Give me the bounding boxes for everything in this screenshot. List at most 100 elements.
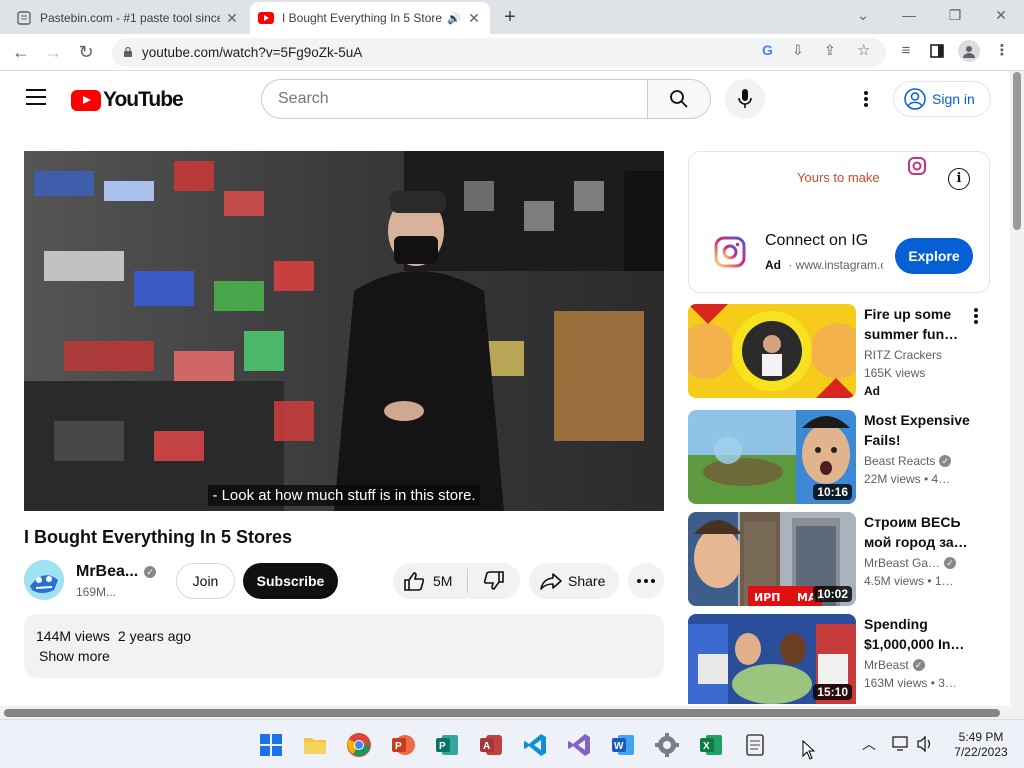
- tab-title: I Bought Everything In 5 Stores - YouTub…: [282, 11, 442, 25]
- voice-search-button[interactable]: [725, 79, 765, 119]
- sidebar-ad-card[interactable]: Yours to make i Connect on IG Ad · www.i…: [688, 151, 990, 293]
- back-icon[interactable]: ←: [9, 40, 33, 64]
- tab-title: Pastebin.com - #1 paste tool since 2002!: [40, 11, 220, 25]
- media-controls-icon[interactable]: ≡: [895, 40, 917, 62]
- svg-text:W: W: [614, 741, 624, 752]
- volume-icon[interactable]: [916, 735, 934, 757]
- more-options-icon[interactable]: [970, 306, 982, 326]
- audio-playing-icon[interactable]: 🔊: [446, 12, 462, 25]
- recommendation-views: 4.5M views • 1…: [864, 574, 954, 588]
- video-duration: 10:02: [813, 586, 852, 602]
- install-icon[interactable]: ⇩: [792, 42, 804, 59]
- verified-icon: ✓: [912, 659, 925, 671]
- channel-text: Beast Reacts: [864, 454, 936, 468]
- share-page-icon[interactable]: ⇪: [824, 42, 836, 59]
- ad-badge: Ad: [765, 258, 781, 272]
- show-more-link[interactable]: Show more: [39, 648, 110, 664]
- recommendation-item[interactable]: Fire up some summer fun… RITZ Crackers 1…: [688, 304, 990, 398]
- restore-button[interactable]: ❐: [940, 4, 970, 26]
- description-box[interactable]: 144M views 2 years ago Show more: [24, 614, 664, 678]
- thumbs-up-icon: [404, 572, 425, 591]
- recommendation-channel: MrBeast ✓: [864, 658, 925, 672]
- youtube-logo[interactable]: YouTube: [71, 88, 184, 112]
- tab-youtube[interactable]: I Bought Everything In 5 Stores - YouTub…: [250, 2, 490, 34]
- search-button[interactable]: [647, 79, 711, 119]
- ad-badge: Ad: [864, 384, 880, 398]
- powerpoint-icon[interactable]: P: [390, 732, 416, 758]
- visual-studio-icon[interactable]: [566, 732, 592, 758]
- channel-text: RITZ Crackers: [864, 348, 942, 362]
- recommendation-item[interactable]: ИРП МАК 10:02 Строим ВЕСЬ мой город за… M…: [688, 512, 990, 606]
- channel-avatar[interactable]: [24, 560, 64, 600]
- settings-more-icon[interactable]: [856, 87, 876, 111]
- url-text: youtube.com/watch?v=5Fg9oZk-5uA: [142, 45, 363, 60]
- join-button[interactable]: Join: [176, 563, 235, 599]
- hamburger-menu-icon[interactable]: [26, 89, 46, 105]
- horizontal-scroll-thumb[interactable]: [4, 709, 1000, 717]
- share-button[interactable]: Share: [529, 563, 619, 599]
- network-icon[interactable]: [892, 736, 910, 757]
- recommendation-views: 163M views • 3…: [864, 676, 957, 690]
- file-explorer-icon[interactable]: [302, 732, 328, 758]
- word-icon[interactable]: W: [610, 732, 636, 758]
- more-actions-button[interactable]: [628, 563, 664, 599]
- excel-icon[interactable]: X: [698, 732, 724, 758]
- video-thumbnail[interactable]: 15:10: [688, 614, 856, 704]
- recommendation-channel: MrBeast Ga… ✓: [864, 556, 957, 570]
- forward-icon[interactable]: →: [41, 40, 65, 64]
- video-thumbnail[interactable]: ИРП МАК 10:02: [688, 512, 856, 606]
- verified-icon: ✓: [944, 557, 957, 569]
- notepad-icon[interactable]: [742, 732, 768, 758]
- clock-time: 5:49 PM: [958, 730, 1004, 744]
- search-input[interactable]: [278, 80, 638, 118]
- explore-button[interactable]: Explore: [895, 238, 973, 274]
- svg-text:A: A: [483, 741, 490, 752]
- publisher-icon[interactable]: P: [434, 732, 460, 758]
- search-icon: [670, 90, 688, 108]
- more-horizontal-icon: [637, 579, 655, 583]
- video-player[interactable]: - Look at how much stuff is in this stor…: [24, 151, 664, 511]
- subscribe-button[interactable]: Subscribe: [243, 563, 338, 599]
- dislike-button[interactable]: [468, 563, 520, 599]
- close-window-button[interactable]: ✕: [986, 4, 1016, 26]
- svg-text:X: X: [703, 741, 710, 752]
- ad-info-icon[interactable]: i: [948, 168, 970, 190]
- side-panel-icon[interactable]: [926, 40, 948, 62]
- address-bar[interactable]: youtube.com/watch?v=5Fg9oZk-5uA G ⇩ ⇪ ☆: [112, 38, 886, 67]
- video-title: I Bought Everything In 5 Stores: [24, 527, 293, 547]
- recommendation-views: 22M views • 4…: [864, 472, 951, 486]
- mouse-cursor-icon: [802, 739, 816, 765]
- clock-date: 7/22/2023: [954, 745, 1008, 759]
- settings-gear-icon[interactable]: [654, 732, 680, 758]
- vscode-icon[interactable]: [522, 732, 548, 758]
- like-button[interactable]: 5M: [393, 563, 467, 599]
- system-clock[interactable]: 5:49 PM 7/22/2023: [948, 730, 1014, 760]
- chrome-icon[interactable]: [346, 732, 372, 758]
- channel-name[interactable]: MrBea... ✓: [76, 563, 157, 581]
- windows-start-icon[interactable]: [258, 732, 284, 758]
- tab-search-icon[interactable]: ⌄: [848, 4, 878, 26]
- video-caption: - Look at how much stuff is in this stor…: [24, 485, 664, 506]
- video-frame: [24, 151, 664, 511]
- close-tab-icon[interactable]: ✕: [466, 10, 482, 27]
- recommendation-item[interactable]: 15:10 Spending $1,000,000 In… MrBeast ✓ 1…: [688, 614, 990, 704]
- vertical-scroll-thumb[interactable]: [1013, 72, 1021, 230]
- chrome-menu-icon[interactable]: ⋮: [991, 40, 1013, 62]
- google-lens-icon[interactable]: G: [762, 42, 773, 58]
- svg-text:P: P: [395, 741, 402, 752]
- recommendation-item[interactable]: 10:16 Most Expensive Fails! Beast Reacts…: [688, 410, 990, 504]
- reload-icon[interactable]: ↻: [74, 40, 98, 64]
- sign-in-button[interactable]: Sign in: [893, 81, 991, 117]
- video-duration: 10:16: [813, 484, 852, 500]
- bookmark-star-icon[interactable]: ☆: [857, 41, 870, 59]
- show-hidden-icons-chevron-icon[interactable]: ︿: [862, 734, 876, 754]
- access-icon[interactable]: A: [478, 732, 504, 758]
- new-tab-button[interactable]: +: [498, 6, 522, 30]
- video-thumbnail[interactable]: [688, 304, 856, 398]
- video-thumbnail[interactable]: 10:16: [688, 410, 856, 504]
- close-tab-icon[interactable]: ✕: [224, 10, 240, 27]
- minimize-button[interactable]: —: [894, 4, 924, 26]
- profile-icon[interactable]: [958, 40, 980, 62]
- account-circle-icon: [904, 88, 926, 110]
- tab-pastebin[interactable]: Pastebin.com - #1 paste tool since 2002!…: [8, 2, 248, 34]
